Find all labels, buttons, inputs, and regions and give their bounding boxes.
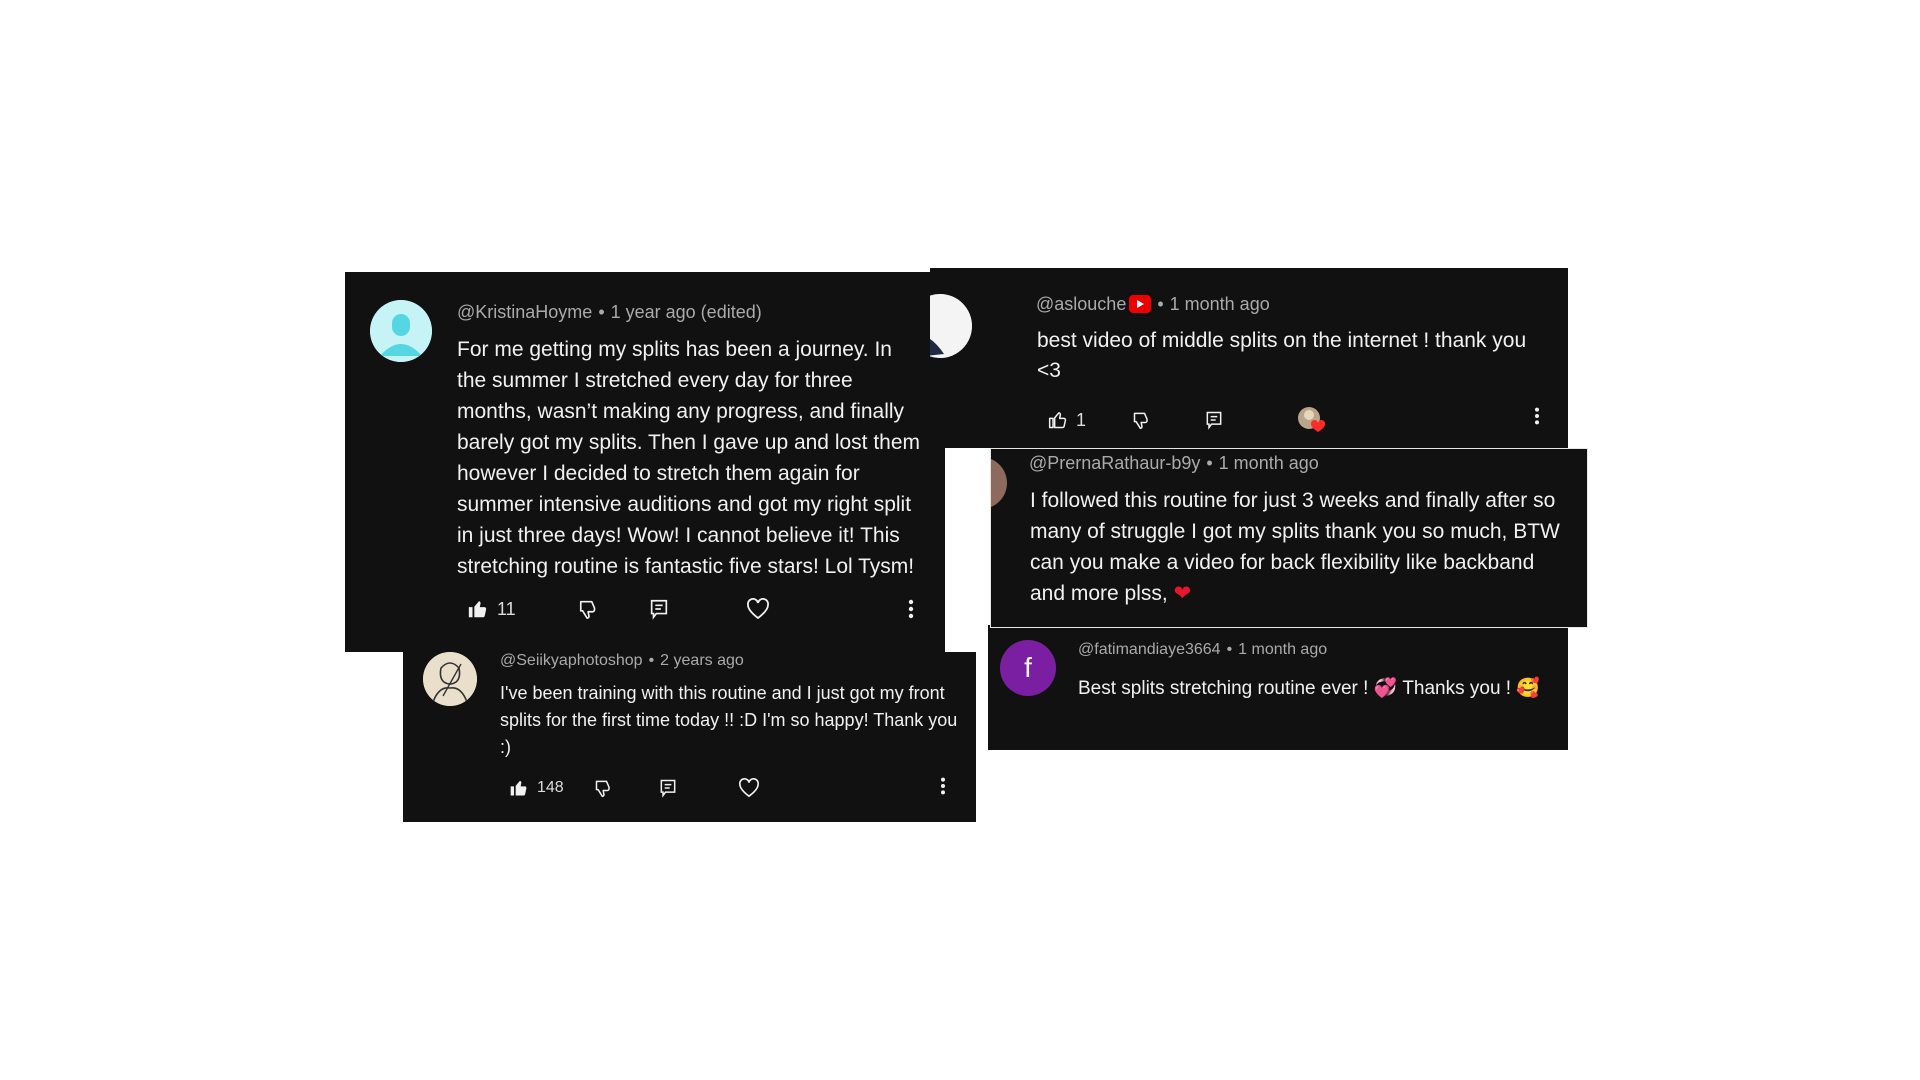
thumbs-up-icon [1048, 412, 1067, 429]
comment-actions: 148 [509, 778, 760, 798]
comment-card-kristina: @KristinaHoyme • 1 year ago (edited) For m… [345, 272, 945, 652]
smiling-face-hearts-emoji: 🥰 [1516, 677, 1541, 699]
dislike-button[interactable] [594, 778, 614, 798]
comment-actions: 1 [1048, 406, 1326, 434]
creator-heart-badge[interactable] [1296, 406, 1326, 434]
more-options-button[interactable] [939, 776, 947, 801]
author-handle[interactable]: @fatimandiaye3664 [1078, 641, 1221, 658]
user-placeholder-icon [370, 300, 432, 362]
more-vert-icon [941, 777, 945, 795]
comment-text-part: I followed this routine for just 3 weeks… [1030, 489, 1560, 605]
like-button[interactable]: 148 [509, 778, 564, 798]
reply-button[interactable] [1204, 410, 1224, 430]
avatar-letter: f [1024, 652, 1032, 683]
comment-text: For me getting my splits has been a jour… [457, 338, 921, 578]
timestamp[interactable]: 2 years ago [660, 652, 744, 669]
more-vert-icon [1535, 407, 1539, 425]
reply-icon [660, 779, 676, 798]
timestamp[interactable]: 1 year ago (edited) [611, 302, 762, 322]
comment-text-part: Best splits stretching routine ever ! [1078, 678, 1369, 699]
heart-icon [746, 598, 769, 620]
avatar[interactable]: f [1000, 640, 1056, 696]
thumbs-up-icon [468, 601, 487, 618]
avatar[interactable] [930, 294, 972, 358]
more-options-button[interactable] [1533, 406, 1541, 431]
timestamp[interactable]: 1 month ago [1219, 453, 1319, 473]
hearts-emoji: 💞 [1373, 677, 1398, 699]
timestamp[interactable]: 1 month ago [1238, 641, 1327, 658]
like-count: 148 [537, 779, 564, 796]
comment-meta: @KristinaHoyme • 1 year ago (edited) [457, 302, 762, 322]
author-handle[interactable]: @PrernaRathaur-b9y [1029, 453, 1200, 473]
comment-text-part: Thanks you ! [1402, 678, 1512, 699]
comment-text: I've been training with this routine and… [500, 683, 958, 757]
author-handle[interactable]: @KristinaHoyme [457, 302, 592, 322]
like-count: 11 [497, 598, 516, 619]
photo-avatar-icon [930, 294, 972, 358]
thumbs-up-icon [510, 780, 527, 796]
thumbs-down-icon [579, 600, 596, 619]
dislike-button[interactable] [578, 598, 600, 620]
avatar[interactable] [423, 652, 477, 706]
like-button[interactable]: 1 [1048, 410, 1086, 431]
more-options-button[interactable] [907, 598, 915, 625]
youtube-badge-icon [1129, 295, 1152, 313]
reply-button[interactable] [648, 598, 670, 620]
comment-meta: @PrernaRathaur-b9y • 1 month ago [1029, 453, 1319, 473]
comment-card-aslouche: @aslouche • 1 month ago best video of midd… [930, 268, 1568, 448]
comment-card-prerna: @PrernaRathaur-b9y • 1 month ago I followe… [990, 448, 1588, 628]
comment-card-fatima: f @fatimandiaye3664 • 1 month ago Best spl… [988, 625, 1568, 750]
comment-text: Best splits stretching routine ever ! 💞 … [1078, 671, 1558, 706]
dislike-button[interactable] [1132, 410, 1152, 430]
sketch-avatar-icon [423, 652, 477, 706]
timestamp[interactable]: 1 month ago [1170, 294, 1270, 314]
thumbs-down-icon [1133, 412, 1148, 430]
reply-icon [1206, 411, 1222, 430]
reply-icon [650, 599, 667, 620]
author-handle[interactable]: @Seiikyaphotoshop [500, 652, 643, 669]
author-handle[interactable]: @aslouche [1036, 294, 1126, 314]
comment-text: best video of middle splits on the inter… [1037, 329, 1527, 382]
like-button[interactable]: 11 [467, 598, 516, 620]
like-count: 1 [1076, 409, 1087, 430]
comment-meta: @aslouche • 1 month ago [1036, 294, 1270, 314]
reply-button[interactable] [658, 778, 678, 798]
more-vert-icon [908, 599, 914, 619]
avatar[interactable] [370, 300, 432, 362]
comment-meta: @Seiikyaphotoshop • 2 years ago [500, 652, 744, 669]
comment-actions: 11 [467, 598, 770, 620]
thumbs-down-icon [595, 780, 610, 798]
heart-button[interactable] [746, 598, 770, 620]
heart-button[interactable] [738, 778, 760, 798]
heart-icon [738, 778, 759, 798]
creator-heart-icon [1298, 407, 1326, 432]
comment-card-seiikya: @Seiikyaphotoshop • 2 years ago I've been … [403, 652, 976, 822]
red-heart-emoji: ❤ [1173, 581, 1192, 605]
comment-text: I followed this routine for just 3 weeks… [1030, 485, 1560, 609]
avatar[interactable] [991, 457, 1007, 509]
comment-meta: @fatimandiaye3664 • 1 month ago [1078, 641, 1328, 658]
